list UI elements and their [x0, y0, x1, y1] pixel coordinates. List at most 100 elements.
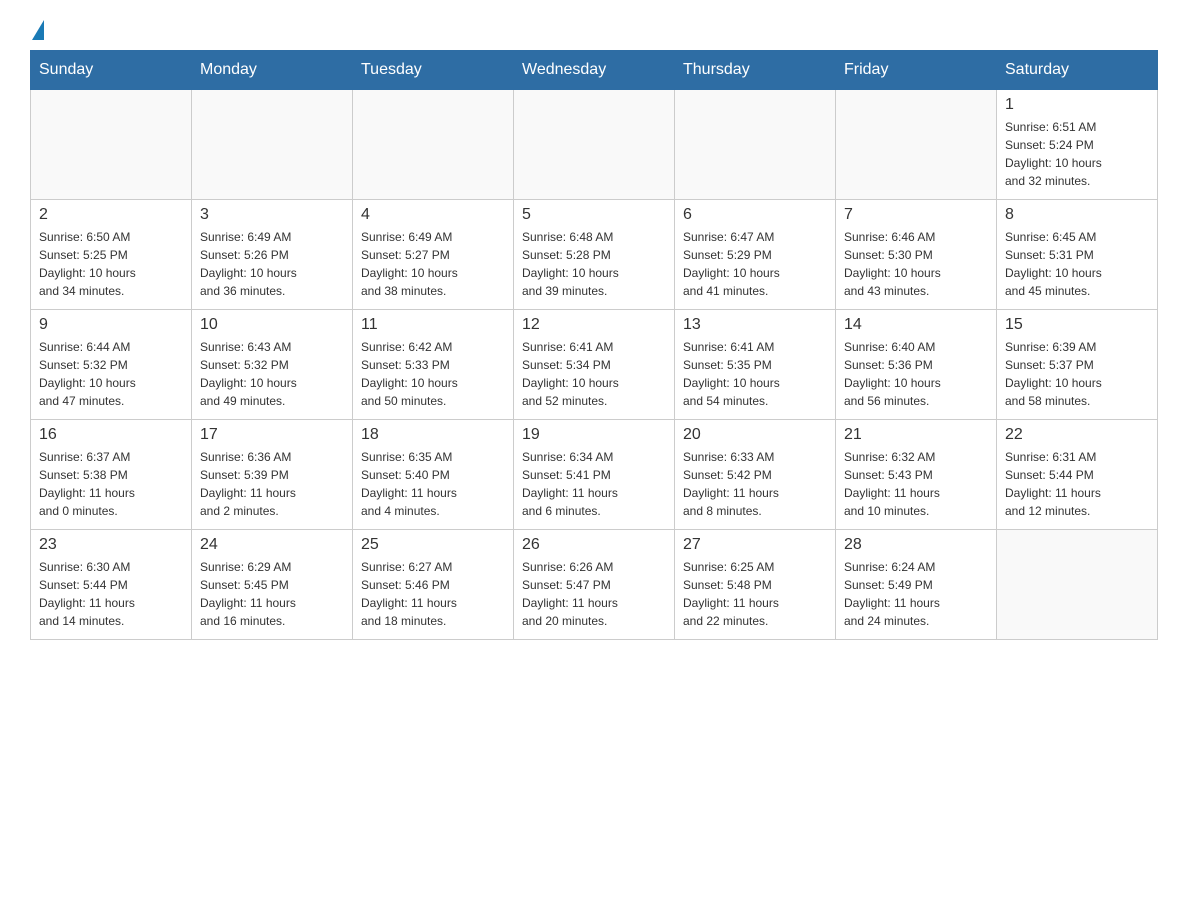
calendar-cell: 10 Sunrise: 6:43 AM Sunset: 5:32 PM Dayli… — [192, 310, 353, 420]
calendar-cell: 13 Sunrise: 6:41 AM Sunset: 5:35 PM Dayli… — [675, 310, 836, 420]
calendar-cell: 17 Sunrise: 6:36 AM Sunset: 5:39 PM Dayli… — [192, 420, 353, 530]
day-number: 9 — [39, 316, 183, 334]
day-info: Sunrise: 6:35 AM Sunset: 5:40 PM Dayligh… — [361, 448, 505, 520]
calendar-cell — [675, 90, 836, 200]
day-number: 2 — [39, 206, 183, 224]
calendar-cell: 8 Sunrise: 6:45 AM Sunset: 5:31 PM Daylig… — [997, 200, 1158, 310]
calendar-week-row: 16 Sunrise: 6:37 AM Sunset: 5:38 PM Dayli… — [31, 420, 1158, 530]
day-number: 22 — [1005, 426, 1149, 444]
calendar-cell — [353, 90, 514, 200]
day-info: Sunrise: 6:36 AM Sunset: 5:39 PM Dayligh… — [200, 448, 344, 520]
calendar-cell — [836, 90, 997, 200]
calendar-week-row: 1 Sunrise: 6:51 AM Sunset: 5:24 PM Daylig… — [31, 90, 1158, 200]
day-number: 23 — [39, 536, 183, 554]
day-info: Sunrise: 6:31 AM Sunset: 5:44 PM Dayligh… — [1005, 448, 1149, 520]
day-number: 1 — [1005, 96, 1149, 114]
calendar-table: SundayMondayTuesdayWednesdayThursdayFrid… — [30, 50, 1158, 640]
calendar-cell: 11Sunrise: 6:42 AM Sunset: 5:33 PM Dayli… — [353, 310, 514, 420]
calendar-cell: 7Sunrise: 6:46 AM Sunset: 5:30 PM Daylig… — [836, 200, 997, 310]
calendar-cell: 26 Sunrise: 6:26 AM Sunset: 5:47 PM Dayli… — [514, 530, 675, 640]
day-info: Sunrise: 6:34 AM Sunset: 5:41 PM Dayligh… — [522, 448, 666, 520]
day-info: Sunrise: 6:43 AM Sunset: 5:32 PM Dayligh… — [200, 338, 344, 410]
day-info: Sunrise: 6:51 AM Sunset: 5:24 PM Dayligh… — [1005, 118, 1149, 190]
calendar-cell: 23 Sunrise: 6:30 AM Sunset: 5:44 PM Dayli… — [31, 530, 192, 640]
day-number: 5 — [522, 206, 666, 224]
day-info: Sunrise: 6:39 AM Sunset: 5:37 PM Dayligh… — [1005, 338, 1149, 410]
day-number: 24 — [200, 536, 344, 554]
calendar-cell: 25 Sunrise: 6:27 AM Sunset: 5:46 PM Dayli… — [353, 530, 514, 640]
calendar-cell — [31, 90, 192, 200]
calendar-cell: 6 Sunrise: 6:47 AM Sunset: 5:29 PM Daylig… — [675, 200, 836, 310]
calendar-cell: 9 Sunrise: 6:44 AM Sunset: 5:32 PM Daylig… — [31, 310, 192, 420]
calendar-week-row: 2 Sunrise: 6:50 AM Sunset: 5:25 PM Daylig… — [31, 200, 1158, 310]
day-number: 4 — [361, 206, 505, 224]
day-info: Sunrise: 6:48 AM Sunset: 5:28 PM Dayligh… — [522, 228, 666, 300]
day-number: 20 — [683, 426, 827, 444]
calendar-cell: 22 Sunrise: 6:31 AM Sunset: 5:44 PM Dayli… — [997, 420, 1158, 530]
day-number: 17 — [200, 426, 344, 444]
weekday-header-sunday: Sunday — [31, 51, 192, 90]
day-info: Sunrise: 6:30 AM Sunset: 5:44 PM Dayligh… — [39, 558, 183, 630]
calendar-cell: 27 Sunrise: 6:25 AM Sunset: 5:48 PM Dayli… — [675, 530, 836, 640]
calendar-cell: 15 Sunrise: 6:39 AM Sunset: 5:37 PM Dayli… — [997, 310, 1158, 420]
day-number: 19 — [522, 426, 666, 444]
day-number: 27 — [683, 536, 827, 554]
day-info: Sunrise: 6:45 AM Sunset: 5:31 PM Dayligh… — [1005, 228, 1149, 300]
calendar-cell: 2 Sunrise: 6:50 AM Sunset: 5:25 PM Daylig… — [31, 200, 192, 310]
day-info: Sunrise: 6:46 AM Sunset: 5:30 PM Dayligh… — [844, 228, 988, 300]
logo-triangle-icon — [32, 20, 44, 40]
day-number: 26 — [522, 536, 666, 554]
day-info: Sunrise: 6:47 AM Sunset: 5:29 PM Dayligh… — [683, 228, 827, 300]
calendar-cell: 19 Sunrise: 6:34 AM Sunset: 5:41 PM Dayli… — [514, 420, 675, 530]
weekday-header-saturday: Saturday — [997, 51, 1158, 90]
weekday-header-thursday: Thursday — [675, 51, 836, 90]
calendar-cell: 20Sunrise: 6:33 AM Sunset: 5:42 PM Dayli… — [675, 420, 836, 530]
calendar-cell: 5 Sunrise: 6:48 AM Sunset: 5:28 PM Daylig… — [514, 200, 675, 310]
day-number: 28 — [844, 536, 988, 554]
day-info: Sunrise: 6:50 AM Sunset: 5:25 PM Dayligh… — [39, 228, 183, 300]
day-info: Sunrise: 6:40 AM Sunset: 5:36 PM Dayligh… — [844, 338, 988, 410]
calendar-cell — [192, 90, 353, 200]
day-number: 18 — [361, 426, 505, 444]
day-number: 15 — [1005, 316, 1149, 334]
calendar-cell: 28 Sunrise: 6:24 AM Sunset: 5:49 PM Dayli… — [836, 530, 997, 640]
day-number: 8 — [1005, 206, 1149, 224]
calendar-cell: 24 Sunrise: 6:29 AM Sunset: 5:45 PM Dayli… — [192, 530, 353, 640]
day-number: 11 — [361, 316, 505, 334]
weekday-header-monday: Monday — [192, 51, 353, 90]
day-number: 12 — [522, 316, 666, 334]
calendar-week-row: 9 Sunrise: 6:44 AM Sunset: 5:32 PM Daylig… — [31, 310, 1158, 420]
day-info: Sunrise: 6:49 AM Sunset: 5:26 PM Dayligh… — [200, 228, 344, 300]
calendar-cell: 21 Sunrise: 6:32 AM Sunset: 5:43 PM Dayli… — [836, 420, 997, 530]
day-number: 13 — [683, 316, 827, 334]
day-info: Sunrise: 6:41 AM Sunset: 5:35 PM Dayligh… — [683, 338, 827, 410]
day-info: Sunrise: 6:27 AM Sunset: 5:46 PM Dayligh… — [361, 558, 505, 630]
day-info: Sunrise: 6:32 AM Sunset: 5:43 PM Dayligh… — [844, 448, 988, 520]
calendar-cell: 16 Sunrise: 6:37 AM Sunset: 5:38 PM Dayli… — [31, 420, 192, 530]
calendar-cell — [997, 530, 1158, 640]
day-info: Sunrise: 6:44 AM Sunset: 5:32 PM Dayligh… — [39, 338, 183, 410]
day-number: 10 — [200, 316, 344, 334]
calendar-week-row: 23 Sunrise: 6:30 AM Sunset: 5:44 PM Dayli… — [31, 530, 1158, 640]
calendar-cell: 12 Sunrise: 6:41 AM Sunset: 5:34 PM Dayli… — [514, 310, 675, 420]
day-info: Sunrise: 6:49 AM Sunset: 5:27 PM Dayligh… — [361, 228, 505, 300]
weekday-header-tuesday: Tuesday — [353, 51, 514, 90]
page-header — [30, 20, 1158, 40]
day-info: Sunrise: 6:29 AM Sunset: 5:45 PM Dayligh… — [200, 558, 344, 630]
weekday-header-row: SundayMondayTuesdayWednesdayThursdayFrid… — [31, 51, 1158, 90]
day-info: Sunrise: 6:24 AM Sunset: 5:49 PM Dayligh… — [844, 558, 988, 630]
weekday-header-friday: Friday — [836, 51, 997, 90]
day-number: 16 — [39, 426, 183, 444]
day-info: Sunrise: 6:26 AM Sunset: 5:47 PM Dayligh… — [522, 558, 666, 630]
day-number: 6 — [683, 206, 827, 224]
calendar-cell: 1 Sunrise: 6:51 AM Sunset: 5:24 PM Daylig… — [997, 90, 1158, 200]
day-number: 3 — [200, 206, 344, 224]
day-info: Sunrise: 6:37 AM Sunset: 5:38 PM Dayligh… — [39, 448, 183, 520]
calendar-cell: 4 Sunrise: 6:49 AM Sunset: 5:27 PM Daylig… — [353, 200, 514, 310]
logo — [30, 20, 46, 40]
day-info: Sunrise: 6:41 AM Sunset: 5:34 PM Dayligh… — [522, 338, 666, 410]
weekday-header-wednesday: Wednesday — [514, 51, 675, 90]
day-info: Sunrise: 6:25 AM Sunset: 5:48 PM Dayligh… — [683, 558, 827, 630]
day-number: 25 — [361, 536, 505, 554]
day-number: 21 — [844, 426, 988, 444]
